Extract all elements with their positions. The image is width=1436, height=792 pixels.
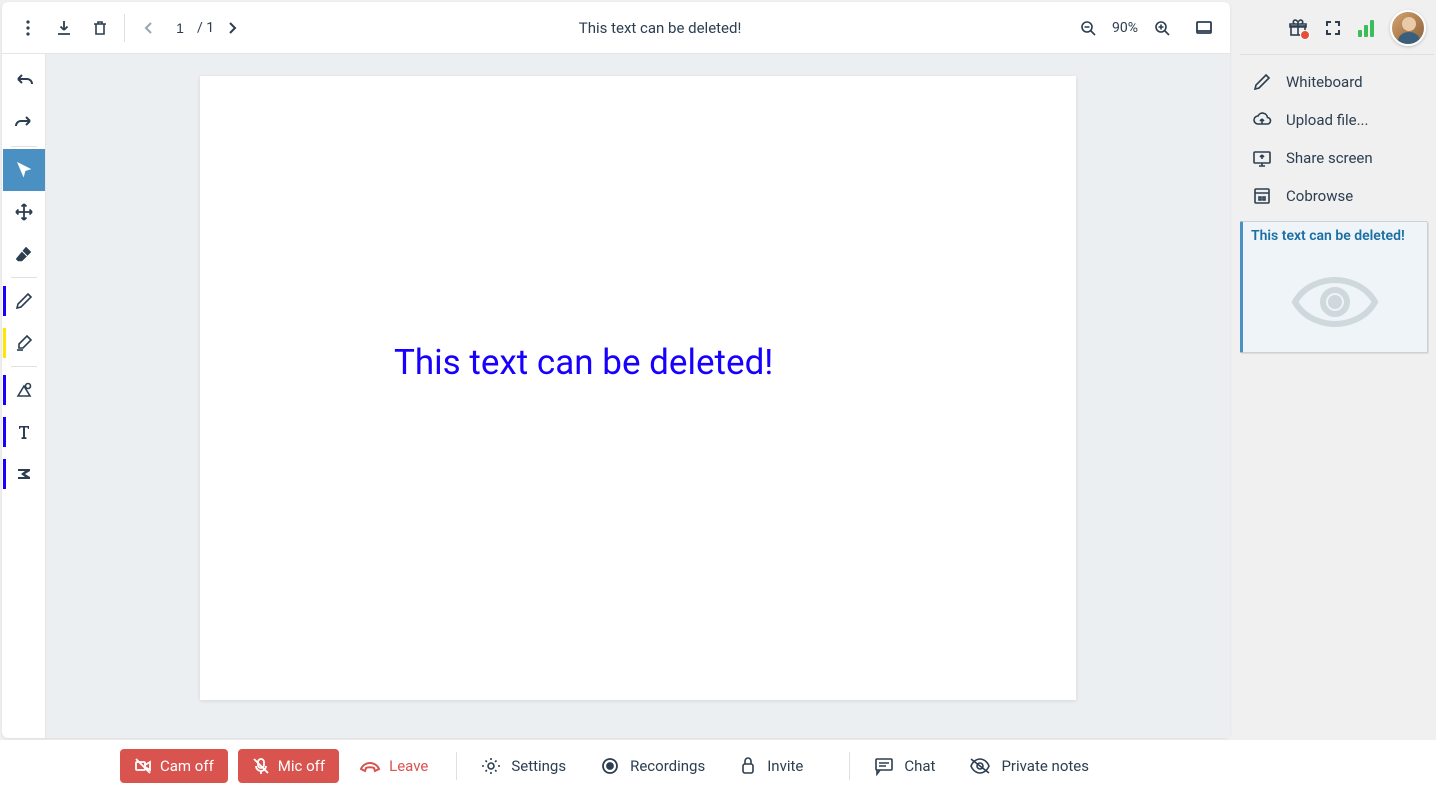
zoom-in-button[interactable] (1144, 10, 1180, 46)
cam-off-button[interactable]: Cam off (120, 749, 228, 783)
page-total-label: / 1 (197, 20, 214, 36)
document-title: This text can be deleted! (250, 19, 1070, 37)
share-screen-icon (1252, 148, 1272, 168)
mic-off-button[interactable]: Mic off (238, 749, 339, 783)
cobrowse-icon (1252, 186, 1272, 206)
avatar[interactable] (1390, 10, 1426, 46)
text-tool[interactable] (3, 411, 45, 453)
recordings-button[interactable]: Recordings (594, 748, 711, 784)
eraser-tool[interactable] (3, 233, 45, 275)
menu-cobrowse-label: Cobrowse (1286, 187, 1353, 205)
tool-divider (11, 366, 37, 367)
page-indicator: / 1 (167, 20, 214, 36)
main-whiteboard-area: / 1 This text can be deleted! 90% (2, 2, 1230, 738)
whiteboard-page[interactable]: This text can be deleted! (200, 76, 1076, 700)
recordings-label: Recordings (630, 757, 705, 775)
page-current-input[interactable] (167, 20, 193, 36)
leave-label: Leave (389, 757, 428, 775)
pen-tool[interactable] (3, 280, 45, 322)
delete-button[interactable] (82, 10, 118, 46)
thumbnail-title: This text can be deleted! (1251, 228, 1419, 244)
content-row: This text can be deleted! (2, 54, 1230, 738)
right-panel: Whiteboard Upload file... Share screen C… (1240, 2, 1434, 353)
menu-upload[interactable]: Upload file... (1240, 101, 1434, 139)
redo-button[interactable] (3, 102, 45, 144)
bottom-bar: Cam off Mic off Leave Settings Recording… (0, 740, 1436, 792)
zoom-controls: 90% (1070, 10, 1180, 46)
right-divider (1240, 54, 1434, 55)
shapes-tool[interactable] (3, 369, 45, 411)
pencil-icon (1252, 72, 1272, 92)
mic-off-label: Mic off (278, 757, 325, 775)
more-menu-button[interactable] (10, 10, 46, 46)
zoom-out-button[interactable] (1070, 10, 1106, 46)
fullscreen-icon[interactable] (1324, 19, 1342, 37)
chat-button[interactable]: Chat (868, 748, 941, 784)
gift-icon[interactable] (1288, 18, 1308, 38)
undo-button[interactable] (3, 60, 45, 102)
menu-share-screen[interactable]: Share screen (1240, 139, 1434, 177)
bottom-divider (849, 752, 850, 780)
private-notes-button[interactable]: Private notes (963, 749, 1095, 783)
menu-whiteboard[interactable]: Whiteboard (1240, 63, 1434, 101)
menu-cobrowse[interactable]: Cobrowse (1240, 177, 1434, 215)
zoom-value: 90% (1108, 20, 1142, 36)
cloud-upload-icon (1252, 110, 1272, 130)
bottom-divider (456, 752, 457, 780)
private-notes-label: Private notes (1001, 757, 1089, 775)
settings-label: Settings (511, 757, 566, 775)
menu-upload-label: Upload file... (1286, 111, 1368, 129)
thumbnail-card[interactable]: This text can be deleted! (1240, 221, 1428, 353)
canvas-text-object[interactable]: This text can be deleted! (394, 342, 773, 383)
signal-icon[interactable] (1358, 19, 1374, 37)
right-top-bar (1240, 2, 1434, 54)
next-page-button[interactable] (214, 10, 250, 46)
menu-whiteboard-label: Whiteboard (1286, 73, 1363, 91)
left-toolbar (2, 54, 46, 738)
invite-label: Invite (767, 757, 803, 775)
invite-button[interactable]: Invite (733, 748, 809, 784)
tool-divider (11, 277, 37, 278)
tool-divider (11, 146, 37, 147)
download-button[interactable] (46, 10, 82, 46)
move-tool[interactable] (3, 191, 45, 233)
cam-off-label: Cam off (160, 757, 214, 775)
menu-share-label: Share screen (1286, 149, 1373, 167)
canvas-area[interactable]: This text can be deleted! (46, 54, 1230, 738)
eye-icon (1251, 262, 1419, 342)
top-toolbar: / 1 This text can be deleted! 90% (2, 2, 1230, 54)
highlighter-tool[interactable] (3, 322, 45, 364)
leave-button[interactable]: Leave (349, 749, 438, 783)
chat-label: Chat (904, 757, 935, 775)
select-tool[interactable] (3, 149, 45, 191)
formula-tool[interactable] (3, 453, 45, 495)
presentation-layout-button[interactable] (1186, 10, 1222, 46)
toolbar-divider (124, 14, 125, 42)
settings-button[interactable]: Settings (475, 748, 572, 784)
prev-page-button[interactable] (131, 10, 167, 46)
